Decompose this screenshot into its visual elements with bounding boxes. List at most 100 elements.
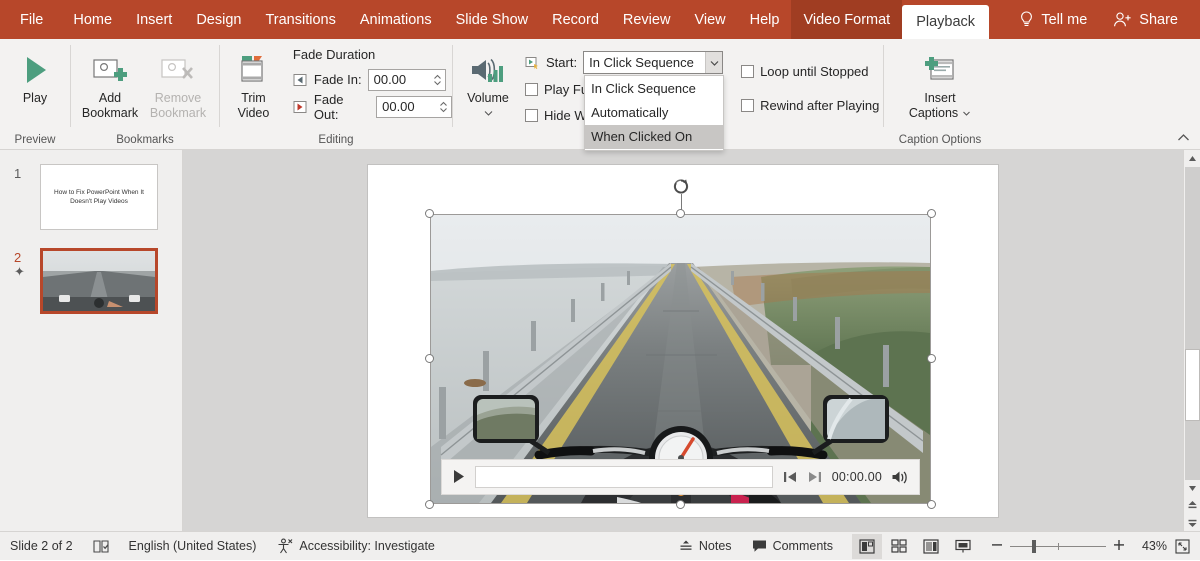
zoom-knob[interactable] [1032,540,1036,553]
fit-to-window-button[interactable] [1167,532,1200,561]
resize-handle-middle-right[interactable] [927,354,936,363]
video-progress-track[interactable] [475,466,773,488]
video-control-bar: 00:00.00 [441,459,920,495]
video-object[interactable]: 00:00.00 [430,214,931,504]
fade-in-row: Fade In: 00.00 [293,66,452,93]
fade-in-input[interactable]: 00.00 [368,69,446,91]
ribbon-group-preview: Play Preview [0,39,70,149]
dropdown-option-in-click-sequence[interactable]: In Click Sequence [585,77,723,101]
previous-slide-button[interactable] [1184,497,1200,514]
rewind-after-playing-checkbox[interactable]: Rewind after Playing [741,88,879,122]
share-button[interactable]: Share [1101,11,1190,28]
tell-me-label: Tell me [1041,12,1087,28]
tab-bar-right: Tell me Share [1003,11,1200,28]
comments-button[interactable]: Comments [742,532,843,561]
chevron-down-icon[interactable] [962,106,971,121]
collapse-ribbon-button[interactable] [1175,129,1191,145]
share-label: Share [1139,12,1178,28]
slide-thumbnail-pane: 1 How to Fix PowerPoint When It Doesn't … [0,150,183,531]
fade-out-input[interactable]: 00.00 [376,96,452,118]
play-label: Play [23,91,47,106]
resize-handle-bottom-center[interactable] [676,500,685,509]
resize-handle-middle-left[interactable] [425,354,434,363]
spinner-arrows-icon[interactable] [430,70,445,90]
slide-sorter-button[interactable] [884,534,914,559]
start-dropdown[interactable]: In Click Sequence In Click Sequence Auto… [583,51,723,74]
trim-video-button[interactable]: Trim Video [224,45,283,121]
scroll-down-button[interactable] [1184,480,1200,497]
chevron-down-icon[interactable] [483,106,494,121]
volume-button[interactable]: Volume [457,45,519,121]
tell-me-button[interactable]: Tell me [1003,11,1101,28]
resize-handle-bottom-left[interactable] [425,500,434,509]
lightbulb-icon [1019,11,1034,28]
scrollbar-track[interactable] [1185,167,1200,480]
thumbnail-video-image [43,251,155,311]
video-play-button[interactable] [451,468,466,485]
next-slide-button[interactable] [1184,514,1200,531]
zoom-in-button[interactable] [1113,539,1125,554]
zoom-slider[interactable] [983,539,1133,554]
thumbnail-number: 1 [14,166,40,181]
slide-show-button[interactable] [948,534,978,559]
ribbon-tab-bar: File Home Insert Design Transitions Anim… [0,0,1200,39]
insert-captions-button[interactable]: Insert Captions [903,45,977,121]
tab-view[interactable]: View [682,0,737,39]
video-step-forward-button[interactable] [807,470,823,484]
play-triangle-icon [19,49,51,91]
fade-out-icon [293,100,308,114]
chevron-down-icon[interactable] [705,52,722,73]
video-step-back-button[interactable] [782,470,798,484]
thumbnail-slide-2[interactable]: 2 ✦ [0,248,182,332]
tab-transitions[interactable]: Transitions [253,0,347,39]
zoom-out-button[interactable] [991,539,1003,554]
ribbon-group-editing: Trim Video Fade Duration Fade In: 00.00 [220,39,452,149]
loop-until-stopped-checkbox[interactable]: Loop until Stopped [741,54,879,88]
resize-handle-bottom-right[interactable] [927,500,936,509]
tab-animations[interactable]: Animations [348,0,444,39]
resize-handle-top-center[interactable] [676,209,685,218]
scroll-up-button[interactable] [1184,150,1200,167]
add-bookmark-button[interactable]: Add Bookmark [77,45,143,121]
plus-icon [1113,539,1125,551]
tab-review[interactable]: Review [611,0,683,39]
vertical-scrollbar[interactable] [1183,150,1200,531]
group-label-preview: Preview [0,131,70,149]
proofing-button[interactable] [83,532,119,561]
volume-label: Volume [467,91,509,106]
dropdown-option-when-clicked-on[interactable]: When Clicked On [585,125,723,149]
tab-insert[interactable]: Insert [124,0,184,39]
tab-record[interactable]: Record [540,0,611,39]
accessibility-button[interactable]: Accessibility: Investigate [266,532,444,561]
spinner-arrows-icon[interactable] [436,97,451,117]
scrollbar-thumb[interactable] [1185,349,1200,421]
rotate-icon[interactable] [672,178,689,195]
video-volume-button[interactable] [891,469,910,485]
zoom-track[interactable] [1010,546,1106,547]
remove-bookmark-icon [160,49,196,91]
resize-handle-top-right[interactable] [927,209,936,218]
slide-canvas[interactable]: 00:00.00 [368,165,998,517]
tab-slide-show[interactable]: Slide Show [444,0,541,39]
slide-count-label: Slide 2 of 2 [10,539,73,553]
notes-button[interactable]: Notes [669,532,742,561]
tab-design[interactable]: Design [184,0,253,39]
slide-count-indicator[interactable]: Slide 2 of 2 [0,532,83,561]
slide-editing-area: 00:00.00 [183,150,1183,531]
checkbox-box [741,65,754,78]
tab-file[interactable]: File [0,0,61,39]
tab-video-format[interactable]: Video Format [791,0,902,39]
tab-help[interactable]: Help [738,0,792,39]
checkbox-box [525,83,538,96]
play-icon [451,468,466,485]
dropdown-option-automatically[interactable]: Automatically [585,101,723,125]
tab-playback[interactable]: Playback [902,5,989,39]
video-options-controls: Start: In Click Sequence In Click Sequen… [519,45,723,128]
language-indicator[interactable]: English (United States) [119,532,267,561]
reading-view-button[interactable] [916,534,946,559]
play-button[interactable]: Play [13,45,57,106]
thumbnail-slide-1[interactable]: 1 How to Fix PowerPoint When It Doesn't … [0,164,182,248]
resize-handle-top-left[interactable] [425,209,434,218]
tab-home[interactable]: Home [61,0,124,39]
normal-view-button[interactable] [852,534,882,559]
